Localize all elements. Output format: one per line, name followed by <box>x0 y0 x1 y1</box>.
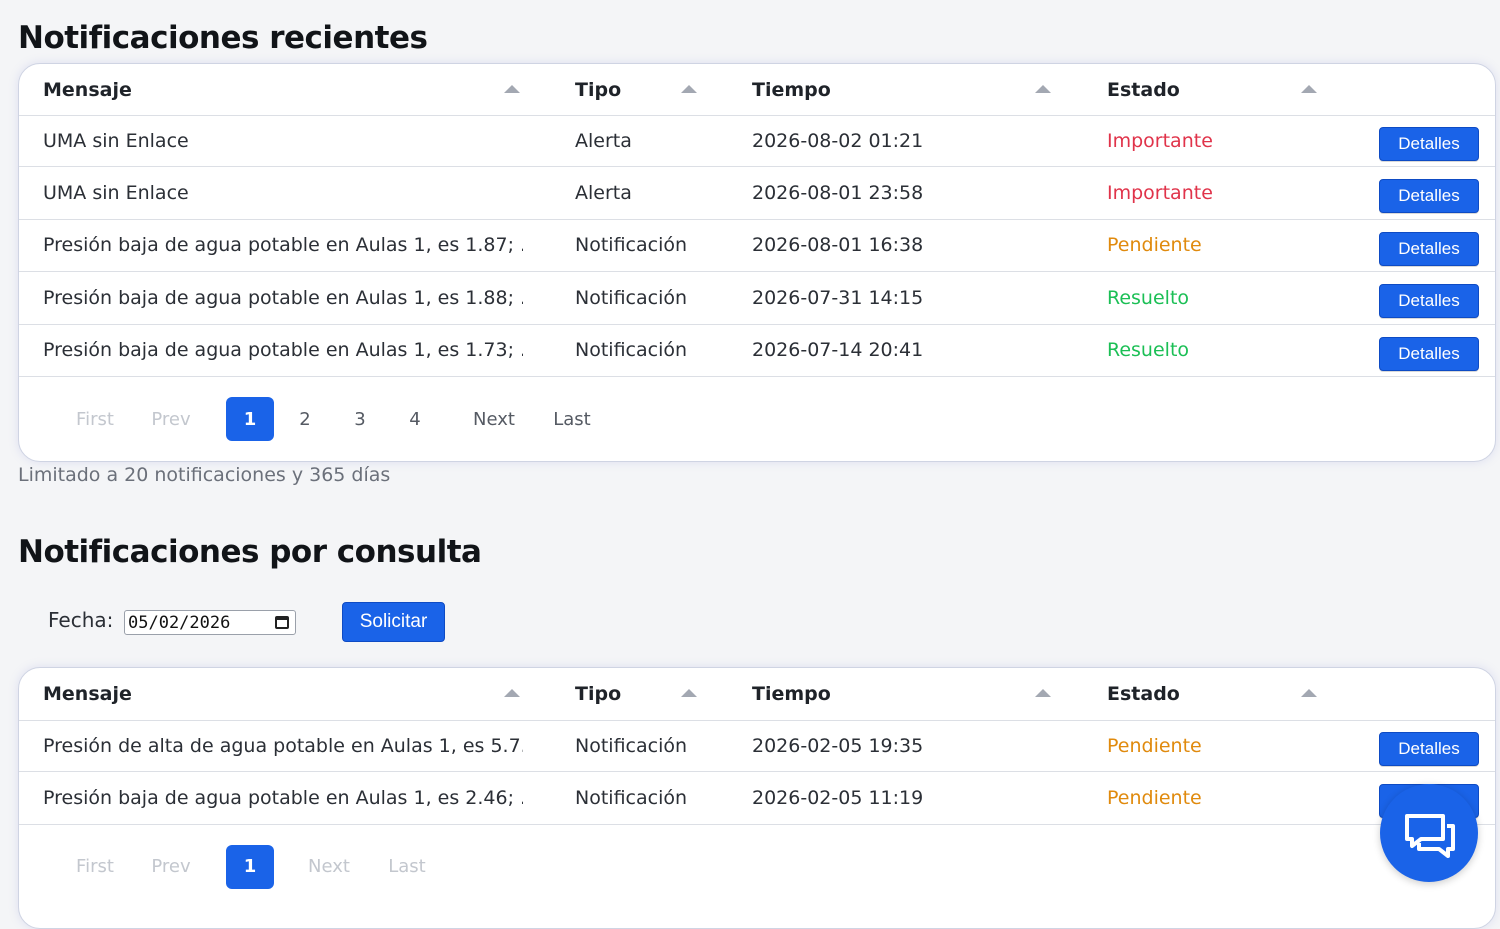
sort-ascending-icon[interactable] <box>1301 689 1317 697</box>
table-row: Presión de alta de agua potable en Aulas… <box>19 720 1495 773</box>
page-2-button[interactable]: 2 <box>281 397 329 441</box>
pagination: First Prev 1 Next Last <box>19 844 1495 905</box>
query-notifications-title: Notificaciones por consulta <box>18 534 482 570</box>
table-row: UMA sin Enlace Alerta 2026-08-01 23:58 Impo… <box>19 167 1495 220</box>
estado-cell: Resuelto <box>1107 339 1190 362</box>
tiempo-cell: 2026-07-31 14:15 <box>752 286 924 309</box>
page-3-button[interactable]: 3 <box>336 397 384 441</box>
tipo-cell: Notificación <box>575 339 688 362</box>
chat-button[interactable] <box>1380 784 1478 882</box>
recent-notifications-table: Mensaje Tipo Tiempo Estado UMA sin Enlace Ale… <box>18 63 1496 462</box>
detalles-button[interactable]: Detalles <box>1379 284 1479 319</box>
tiempo-cell: 2026-08-02 01:21 <box>752 129 924 152</box>
mensaje-cell: Presión baja de agua potable en Aulas 1,… <box>43 286 523 309</box>
mensaje-cell: UMA sin Enlace <box>43 182 189 205</box>
column-header-mensaje[interactable]: Mensaje <box>43 64 523 115</box>
sort-ascending-icon[interactable] <box>1035 689 1051 697</box>
mensaje-cell: Presión baja de agua potable en Aulas 1,… <box>43 234 523 257</box>
table-header: Mensaje Tipo Tiempo Estado <box>19 668 1495 721</box>
estado-cell: Resuelto <box>1107 286 1190 309</box>
pagination: First Prev 1 2 3 4 Next Last <box>19 397 1495 457</box>
page-1-button[interactable]: 1 <box>226 397 274 441</box>
last-page-button[interactable]: Last <box>544 397 600 441</box>
tipo-cell: Alerta <box>575 182 632 205</box>
prev-page-button: Prev <box>151 856 191 878</box>
sort-ascending-icon[interactable] <box>681 689 697 697</box>
tipo-cell: Alerta <box>575 129 632 152</box>
column-header-estado[interactable]: Estado <box>1107 64 1307 115</box>
query-notifications-table: Mensaje Tipo Tiempo Estado Presión de alta d… <box>18 667 1496 929</box>
estado-cell: Pendiente <box>1107 734 1202 757</box>
estado-cell: Pendiente <box>1107 234 1202 257</box>
table-header: Mensaje Tipo Tiempo Estado <box>19 64 1495 116</box>
sort-ascending-icon[interactable] <box>1301 84 1317 93</box>
estado-cell: Importante <box>1107 129 1213 152</box>
tiempo-cell: 2026-02-05 19:35 <box>752 734 924 757</box>
column-header-tiempo[interactable]: Tiempo <box>752 668 1052 720</box>
tipo-cell: Notificación <box>575 787 688 810</box>
detalles-button[interactable]: Detalles <box>1379 732 1479 766</box>
mensaje-cell: Presión baja de agua potable en Aulas 1,… <box>43 787 523 810</box>
limit-note: Limitado a 20 notificaciones y 365 días <box>18 464 391 486</box>
sort-ascending-icon[interactable] <box>681 84 697 93</box>
tipo-cell: Notificación <box>575 734 688 757</box>
first-page-button: First <box>76 408 114 430</box>
detalles-button[interactable]: Detalles <box>1379 127 1479 161</box>
sort-ascending-icon[interactable] <box>504 689 520 697</box>
mensaje-cell: Presión baja de agua potable en Aulas 1,… <box>43 339 523 362</box>
recent-notifications-title: Notificaciones recientes <box>18 20 428 56</box>
chat-bubbles-icon <box>1405 814 1455 858</box>
detalles-button[interactable]: Detalles <box>1379 231 1479 266</box>
fecha-label: Fecha: <box>48 608 114 632</box>
mensaje-cell: UMA sin Enlace <box>43 129 189 152</box>
column-header-estado[interactable]: Estado <box>1107 668 1307 720</box>
solicitar-button[interactable]: Solicitar <box>342 602 445 642</box>
next-page-button: Next <box>308 856 350 878</box>
detalles-button[interactable]: Detalles <box>1379 336 1479 371</box>
table-row: Presión baja de agua potable en Aulas 1,… <box>19 772 1495 825</box>
column-header-tipo[interactable]: Tipo <box>575 64 735 115</box>
prev-page-button: Prev <box>151 408 191 430</box>
fecha-value: 05/02/2026 <box>128 612 231 633</box>
estado-cell: Pendiente <box>1107 787 1202 810</box>
fecha-date-input[interactable]: 05/02/2026 <box>124 610 296 635</box>
tiempo-cell: 2026-02-05 11:19 <box>752 787 924 810</box>
table-row: UMA sin Enlace Alerta 2026-08-02 01:21 Impo… <box>19 115 1495 168</box>
sort-ascending-icon[interactable] <box>504 84 520 93</box>
table-row: Presión baja de agua potable en Aulas 1,… <box>19 220 1495 273</box>
page-1-button[interactable]: 1 <box>226 844 274 889</box>
tiempo-cell: 2026-08-01 16:38 <box>752 234 924 257</box>
table-row: Presión baja de agua potable en Aulas 1,… <box>19 272 1495 325</box>
page-4-button[interactable]: 4 <box>391 397 439 441</box>
tiempo-cell: 2026-07-14 20:41 <box>752 339 924 362</box>
table-row: Presión baja de agua potable en Aulas 1,… <box>19 325 1495 377</box>
tipo-cell: Notificación <box>575 286 688 309</box>
estado-cell: Importante <box>1107 182 1213 205</box>
tipo-cell: Notificación <box>575 234 688 257</box>
mensaje-cell: Presión de alta de agua potable en Aulas… <box>43 734 523 757</box>
column-header-mensaje[interactable]: Mensaje <box>43 668 523 720</box>
calendar-icon[interactable] <box>275 616 289 629</box>
next-page-button[interactable]: Next <box>466 397 522 441</box>
column-header-tipo[interactable]: Tipo <box>575 668 735 720</box>
tiempo-cell: 2026-08-01 23:58 <box>752 182 924 205</box>
last-page-button: Last <box>388 856 426 878</box>
sort-ascending-icon[interactable] <box>1035 84 1051 93</box>
first-page-button: First <box>76 856 114 878</box>
detalles-button[interactable]: Detalles <box>1379 179 1479 214</box>
column-header-tiempo[interactable]: Tiempo <box>752 64 1052 115</box>
